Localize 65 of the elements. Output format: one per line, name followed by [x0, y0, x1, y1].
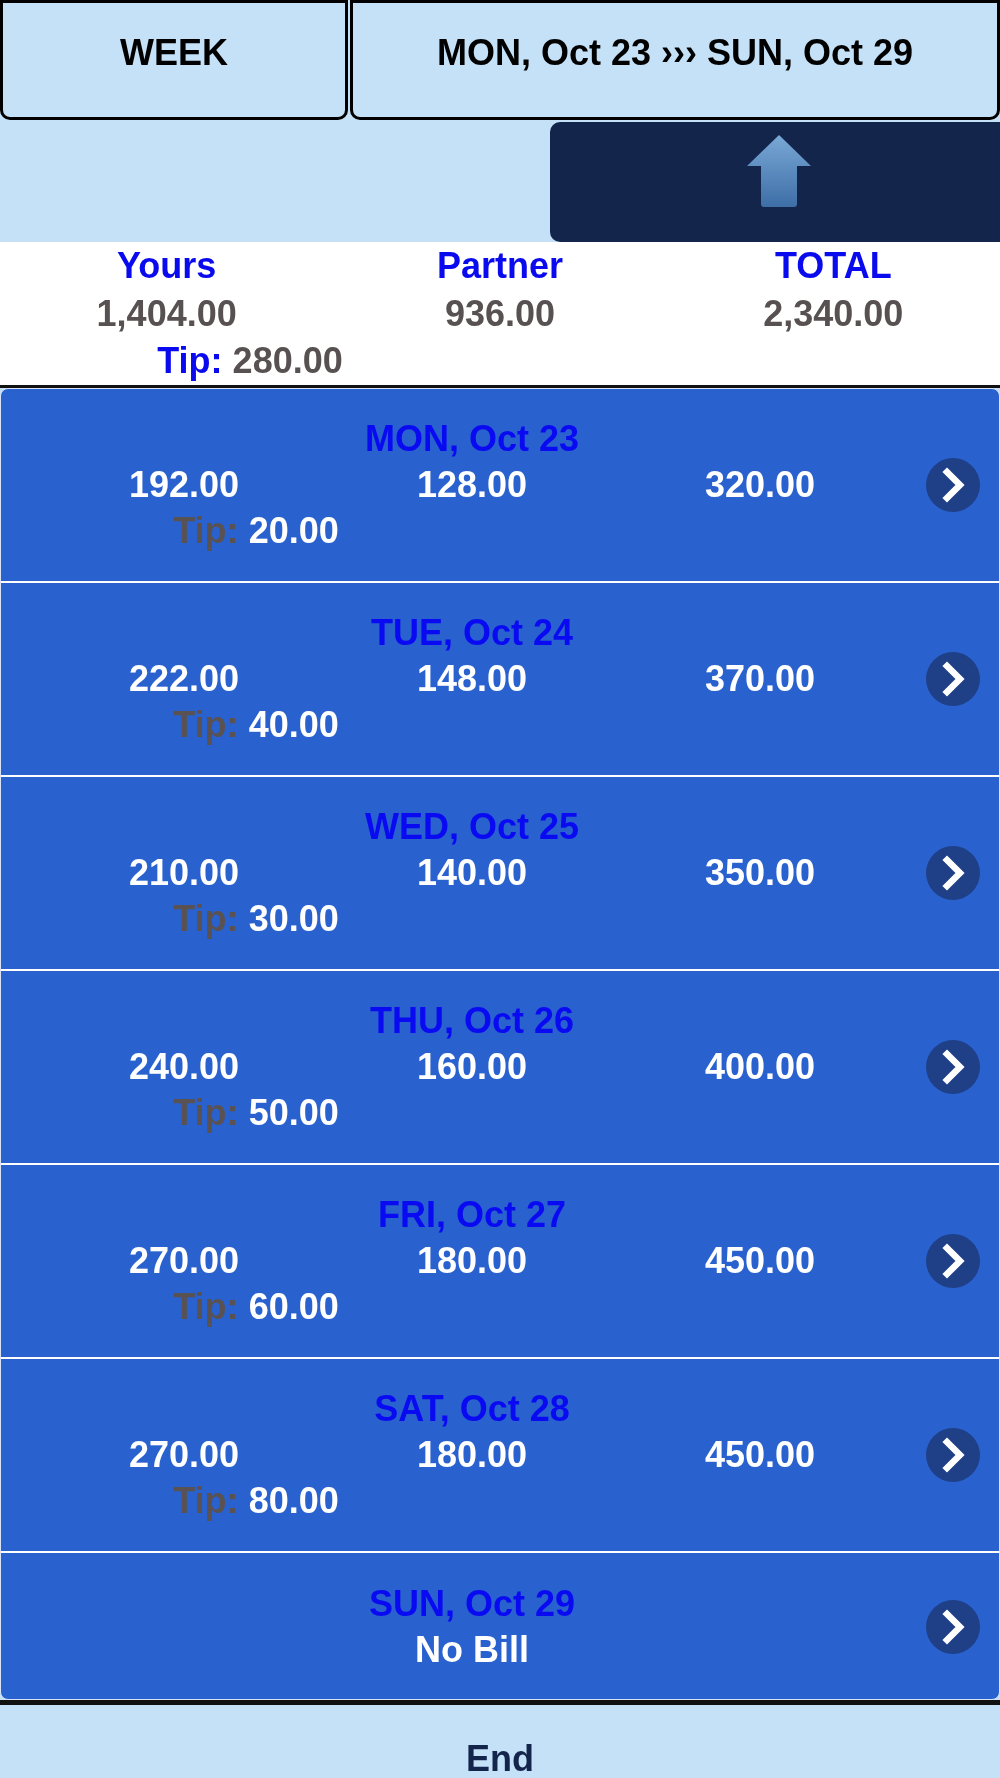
day-row[interactable]: SAT, Oct 28 270.00 180.00 450.00 Tip: 80.00 [1, 1359, 999, 1553]
summary-value: 1,404.00 [96, 292, 237, 336]
total-amount: 450.00 [704, 1239, 816, 1283]
tip-label: Tip: [157, 340, 223, 381]
tip-label: Tip: [173, 898, 239, 939]
chevron-right-icon[interactable] [926, 1600, 980, 1654]
partner-amount: 128.00 [416, 463, 528, 507]
chevron-right-icon[interactable] [926, 1040, 980, 1094]
chevron-right-icon[interactable] [926, 458, 980, 512]
summary-label: Partner [436, 244, 563, 288]
tip-label: Tip: [173, 510, 239, 551]
date-label: THU, Oct 26 [369, 1000, 574, 1041]
yours-amount: 222.00 [128, 657, 240, 701]
tip-total: 280.00 [232, 340, 343, 381]
date-label: TUE, Oct 24 [370, 612, 574, 653]
total-amount: 320.00 [704, 463, 816, 507]
tip-label: Tip: [173, 704, 239, 745]
date-label: WED, Oct 25 [364, 806, 580, 847]
end-label: End [466, 1741, 534, 1777]
tip-label: Tip: [173, 1286, 239, 1327]
tip-label: Tip: [173, 1480, 239, 1521]
tip-amount: 40.00 [248, 704, 339, 745]
chevron-right-icon[interactable] [926, 1234, 980, 1288]
day-row[interactable]: TUE, Oct 24 222.00 148.00 370.00 Tip: 40.00 [1, 583, 999, 777]
summary-label: Yours [117, 244, 217, 288]
total-amount: 400.00 [704, 1045, 816, 1089]
date-range-button[interactable]: MON, Oct 23 ››› SUN, Oct 29 [350, 0, 1000, 120]
tip-amount: 80.00 [248, 1480, 339, 1521]
summary-value: 2,340.00 [763, 292, 904, 336]
day-row[interactable]: SUN, Oct 29 No Bill [1, 1553, 999, 1699]
tip-amount: 20.00 [248, 510, 339, 551]
yours-amount: 270.00 [128, 1239, 240, 1283]
tip-label: Tip: [173, 1092, 239, 1133]
tip-amount: 60.00 [248, 1286, 339, 1327]
date-label: MON, Oct 23 [364, 418, 580, 459]
chevron-right-icon[interactable] [926, 1428, 980, 1482]
chevron-right-icon[interactable] [926, 652, 980, 706]
up-button[interactable] [550, 122, 1000, 242]
yours-amount: 270.00 [128, 1433, 240, 1477]
partner-amount: 148.00 [416, 657, 528, 701]
day-row[interactable]: WED, Oct 25 210.00 140.00 350.00 Tip: 30.00 [1, 777, 999, 971]
date-label: SAT, Oct 28 [374, 1388, 570, 1429]
date-label: SUN, Oct 29 [368, 1583, 576, 1624]
total-amount: 450.00 [704, 1433, 816, 1477]
tip-amount: 30.00 [248, 898, 339, 939]
day-row[interactable]: MON, Oct 23 192.00 128.00 320.00 Tip: 20.00 [1, 389, 999, 583]
total-amount: 350.00 [704, 851, 816, 895]
summary-label: TOTAL [775, 244, 892, 288]
summary-value: 936.00 [444, 292, 556, 336]
day-row[interactable]: FRI, Oct 27 270.00 180.00 450.00 Tip: 60.00 [1, 1165, 999, 1359]
period-button[interactable]: WEEK [0, 0, 348, 120]
partner-amount: 180.00 [416, 1433, 528, 1477]
day-row[interactable]: THU, Oct 26 240.00 160.00 400.00 Tip: 50.00 [1, 971, 999, 1165]
tip-amount: 50.00 [248, 1092, 339, 1133]
partner-amount: 140.00 [416, 851, 528, 895]
yours-amount: 192.00 [128, 463, 240, 507]
yours-amount: 240.00 [128, 1045, 240, 1089]
date-label: FRI, Oct 27 [377, 1194, 567, 1235]
total-amount: 370.00 [704, 657, 816, 701]
up-arrow-icon [747, 135, 811, 207]
partner-amount: 160.00 [416, 1045, 528, 1089]
yours-amount: 210.00 [128, 851, 240, 895]
no-bill-label: No Bill [415, 1629, 529, 1670]
partner-amount: 180.00 [416, 1239, 528, 1283]
chevron-right-icon[interactable] [926, 846, 980, 900]
